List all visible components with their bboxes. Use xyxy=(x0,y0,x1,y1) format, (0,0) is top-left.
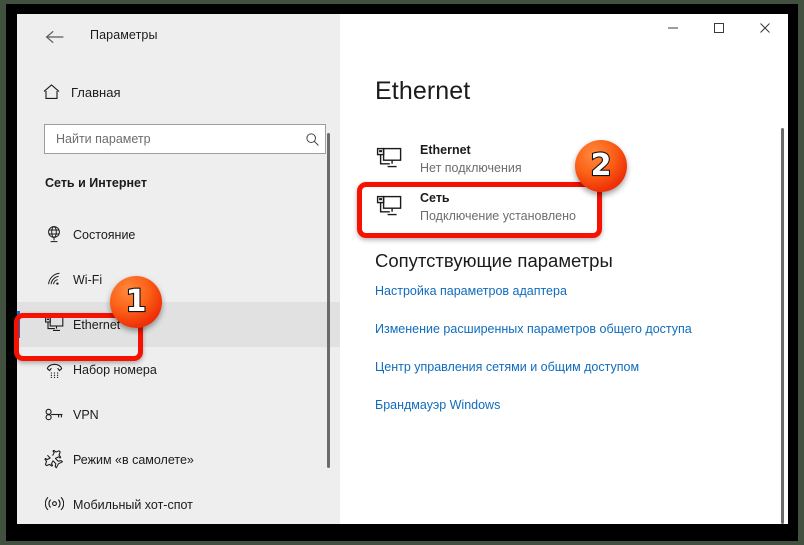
minimize-icon xyxy=(667,21,679,39)
page-title: Ethernet xyxy=(375,77,471,105)
maximize-button[interactable] xyxy=(696,14,742,46)
back-arrow-icon xyxy=(45,29,65,45)
sidebar-item-status-label: Состояние xyxy=(73,227,136,242)
close-button[interactable] xyxy=(742,14,788,46)
search-box[interactable] xyxy=(44,124,326,154)
sidebar-item-wifi-label: Wi-Fi xyxy=(73,272,103,287)
adapter-state: Подключение установлено xyxy=(420,209,576,223)
minimize-button[interactable] xyxy=(650,14,696,46)
search-icon xyxy=(299,132,325,147)
ethernet-monitor-icon xyxy=(35,315,73,334)
sidebar-item-dialup-label: Набор номера xyxy=(73,362,157,377)
title-bar: Параметры xyxy=(17,14,788,60)
adapter-list: Ethernet Нет подключения Сеть Подключени… xyxy=(370,138,760,234)
hotspot-icon xyxy=(35,495,73,514)
vpn-key-icon xyxy=(35,405,73,424)
window-title: Параметры xyxy=(90,28,158,42)
related-settings-title: Сопутствующие параметры xyxy=(375,250,613,271)
link-advanced-sharing-settings[interactable]: Изменение расширенных параметров общего … xyxy=(375,322,692,336)
sidebar: Главная Сеть и Интернет xyxy=(17,60,340,524)
related-settings-links: Настройка параметров адаптера Изменение … xyxy=(375,284,775,436)
home-icon xyxy=(31,83,71,101)
sidebar-nav-list: Состояние Wi-Fi Ethernet Набор номера VP… xyxy=(17,212,340,524)
sidebar-item-airplane-mode-label: Режим «в самолете» xyxy=(73,452,194,467)
link-network-sharing-center[interactable]: Центр управления сетями и общим доступом xyxy=(375,360,639,374)
search-input[interactable] xyxy=(45,132,299,146)
dialup-phone-icon xyxy=(35,360,73,379)
content-scrollbar-thumb[interactable] xyxy=(781,128,784,524)
window-controls xyxy=(650,14,788,46)
sidebar-item-wifi[interactable]: Wi-Fi xyxy=(17,257,340,302)
airplane-icon xyxy=(35,449,73,470)
close-icon xyxy=(759,21,771,39)
sidebar-item-airplane-mode[interactable]: Режим «в самолете» xyxy=(17,437,340,482)
ethernet-monitor-icon xyxy=(376,190,420,219)
link-adapter-settings[interactable]: Настройка параметров адаптера xyxy=(375,284,567,298)
screenshot-root: Параметры Главная Найти параметр Сеть и … xyxy=(0,0,804,545)
settings-window: Параметры Главная Найти параметр Сеть и … xyxy=(17,14,788,524)
wifi-icon xyxy=(35,270,73,289)
sidebar-item-ethernet[interactable]: Ethernet xyxy=(17,302,340,347)
content-pane: Ethernet Ethernet Нет подключения Сеть П… xyxy=(340,60,788,524)
ethernet-monitor-icon xyxy=(376,142,420,171)
sidebar-item-ethernet-label: Ethernet xyxy=(73,317,121,332)
sidebar-scrollbar-thumb[interactable] xyxy=(327,133,330,468)
sidebar-item-mobile-hotspot-label: Мобильный хот-спот xyxy=(73,497,193,512)
sidebar-item-dialup[interactable]: Набор номера xyxy=(17,347,340,392)
sidebar-item-mobile-hotspot[interactable]: Мобильный хот-спот xyxy=(17,482,340,524)
adapter-name: Ethernet xyxy=(420,143,471,157)
adapter-set[interactable]: Сеть Подключение установлено xyxy=(370,186,760,234)
sidebar-item-vpn[interactable]: VPN xyxy=(17,392,340,437)
back-button[interactable] xyxy=(33,21,77,53)
adapter-ethernet[interactable]: Ethernet Нет подключения xyxy=(370,138,760,186)
globe-network-icon xyxy=(35,225,73,244)
sidebar-item-vpn-label: VPN xyxy=(73,407,99,422)
adapter-name: Сеть xyxy=(420,191,450,205)
sidebar-item-home-label: Главная xyxy=(71,84,121,100)
adapter-state: Нет подключения xyxy=(420,161,522,175)
maximize-icon xyxy=(713,21,725,39)
sidebar-item-status[interactable]: Состояние xyxy=(17,212,340,257)
sidebar-section-title: Сеть и Интернет xyxy=(45,176,147,190)
link-windows-firewall[interactable]: Брандмауэр Windows xyxy=(375,398,500,412)
sidebar-item-home[interactable]: Главная xyxy=(31,74,323,110)
